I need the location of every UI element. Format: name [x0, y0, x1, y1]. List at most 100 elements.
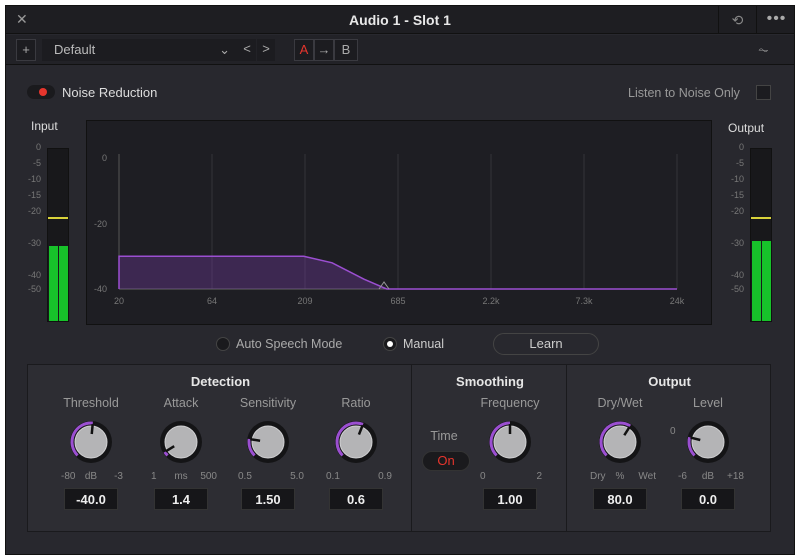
more-icon[interactable]: ••• [756, 6, 796, 34]
chevron-down-icon: ⌄ [219, 42, 230, 57]
output-meter-label: Output [728, 121, 765, 135]
ratio-knob[interactable] [331, 417, 381, 467]
knob-min-label: 0.5 [238, 471, 252, 482]
manual-radio[interactable] [383, 337, 397, 351]
ratio-label: Ratio [341, 396, 371, 410]
knob-min-label: 0.1 [326, 471, 340, 482]
meter-channel-fill [752, 241, 761, 321]
knob-max-label: 500 [200, 471, 217, 482]
output-level-meter [750, 148, 772, 322]
knob-max-label: 2 [536, 471, 542, 482]
knob-max-label: 0.9 [378, 471, 392, 482]
x-tick-label: 685 [390, 296, 405, 306]
meter-scale-label: -40 [27, 270, 41, 280]
meter-scale-label: -50 [730, 284, 744, 294]
meter-scale-label: -40 [730, 270, 744, 280]
meter-channel-fill [49, 246, 58, 321]
level-value-field[interactable]: 0.0 [681, 488, 735, 510]
x-tick-label: 24k [670, 296, 685, 306]
dry-wet-label: Dry/Wet [597, 396, 643, 410]
dry-wet-value-field[interactable]: 80.0 [593, 488, 647, 510]
meter-scale-label: -20 [27, 206, 41, 216]
meter-scale-label: -30 [730, 238, 744, 248]
x-tick-label: 7.3k [575, 296, 593, 306]
learn-button[interactable]: Learn [493, 333, 599, 355]
attack-label: Attack [163, 396, 199, 410]
meter-scale-label: 0 [35, 142, 41, 152]
time-label: Time [430, 429, 458, 443]
window-title: Audio 1 - Slot 1 [349, 12, 451, 28]
sensitivity-value-field[interactable]: 1.50 [241, 488, 295, 510]
y-tick-label: -40 [94, 284, 107, 294]
meter-scale-label: -5 [735, 158, 744, 168]
knob-cap [164, 425, 198, 459]
attack-knob[interactable] [156, 417, 206, 467]
prev-preset-button[interactable]: < [238, 39, 256, 61]
smoothing-time-toggle[interactable]: On [422, 451, 470, 471]
curve-icon[interactable]: ⏦ [758, 42, 769, 58]
noise-reduction-label: Noise Reduction [62, 85, 158, 100]
frequency-knob[interactable] [485, 417, 535, 467]
meter-scale-label: -10 [730, 174, 744, 184]
level-label: Level [693, 396, 723, 410]
knob-zero-label: 0 [670, 426, 676, 437]
level-knob[interactable] [683, 417, 733, 467]
meter-scale-label: -10 [27, 174, 41, 184]
preset-dropdown[interactable]: Default ⌄ [42, 39, 238, 61]
peak-marker [751, 217, 771, 219]
knob-cap [691, 425, 725, 459]
sensitivity-knob[interactable] [243, 417, 293, 467]
sensitivity-label: Sensitivity [239, 396, 297, 410]
detection-title: Detection [190, 374, 251, 389]
compare-a-button[interactable]: A [294, 39, 314, 61]
reset-icon[interactable]: ⟲ [718, 6, 756, 34]
knob-unit-label: % [615, 471, 625, 482]
copy-a-to-b-button[interactable]: → [314, 39, 334, 61]
attack-value-field[interactable]: 1.4 [154, 488, 208, 510]
output-title: Output [648, 374, 691, 389]
knob-min-label: 1 [151, 471, 157, 482]
add-preset-button[interactable]: + [16, 39, 36, 61]
meter-channel-fill [59, 246, 68, 321]
plugin-window: ✕ Audio 1 - Slot 1 ⟲ ••• + Default ⌄ < > … [5, 5, 795, 555]
knob-cap [339, 425, 373, 459]
frequency-value-field[interactable]: 1.00 [483, 488, 537, 510]
meter-scale-label: -20 [730, 206, 744, 216]
title-bar: ✕ Audio 1 - Slot 1 ⟲ ••• [6, 6, 794, 34]
knob-cap [251, 425, 285, 459]
y-tick-label: 0 [102, 153, 107, 163]
noise-reduction-toggle[interactable] [27, 85, 55, 99]
knob-pointer [90, 423, 94, 435]
threshold-label: Threshold [63, 396, 119, 410]
meter-scale-label: -15 [730, 190, 744, 200]
auto-speech-radio[interactable] [216, 337, 230, 351]
manual-label: Manual [403, 337, 444, 351]
knob-max-label: 5.0 [290, 471, 304, 482]
x-tick-label: 20 [114, 296, 124, 306]
meter-scale-label: -15 [27, 190, 41, 200]
x-tick-label: 64 [207, 296, 217, 306]
next-preset-button[interactable]: > [257, 39, 275, 61]
auto-speech-label: Auto Speech Mode [236, 337, 343, 351]
input-meter-label: Input [31, 119, 58, 133]
knob-unit-label: ms [174, 471, 188, 482]
meter-scale-label: -30 [27, 238, 41, 248]
dry-wet-knob[interactable] [595, 417, 645, 467]
knob-unit-label: dB [701, 471, 715, 482]
knob-pointer [250, 437, 261, 442]
threshold-knob[interactable] [66, 417, 116, 467]
peak-marker [48, 217, 68, 219]
knob-min-label: 0 [480, 471, 486, 482]
y-tick-label: -20 [94, 219, 107, 229]
toolbar: + Default ⌄ < > A → B ⏦ [6, 35, 794, 65]
meter-scale-label: -5 [32, 158, 41, 168]
threshold-value-field[interactable]: -40.0 [64, 488, 118, 510]
knob-cap [603, 425, 637, 459]
ratio-value-field[interactable]: 0.6 [329, 488, 383, 510]
preset-value: Default [54, 42, 96, 57]
listen-noise-checkbox[interactable] [756, 85, 771, 100]
noise-spectrum-graph: 20 64 209 685 2.2k 7.3k 24k 0 -20 -40 [86, 120, 712, 325]
compare-b-button[interactable]: B [334, 39, 358, 61]
frequency-label: Frequency [480, 396, 540, 410]
knob-min-label: -6 [678, 471, 687, 482]
